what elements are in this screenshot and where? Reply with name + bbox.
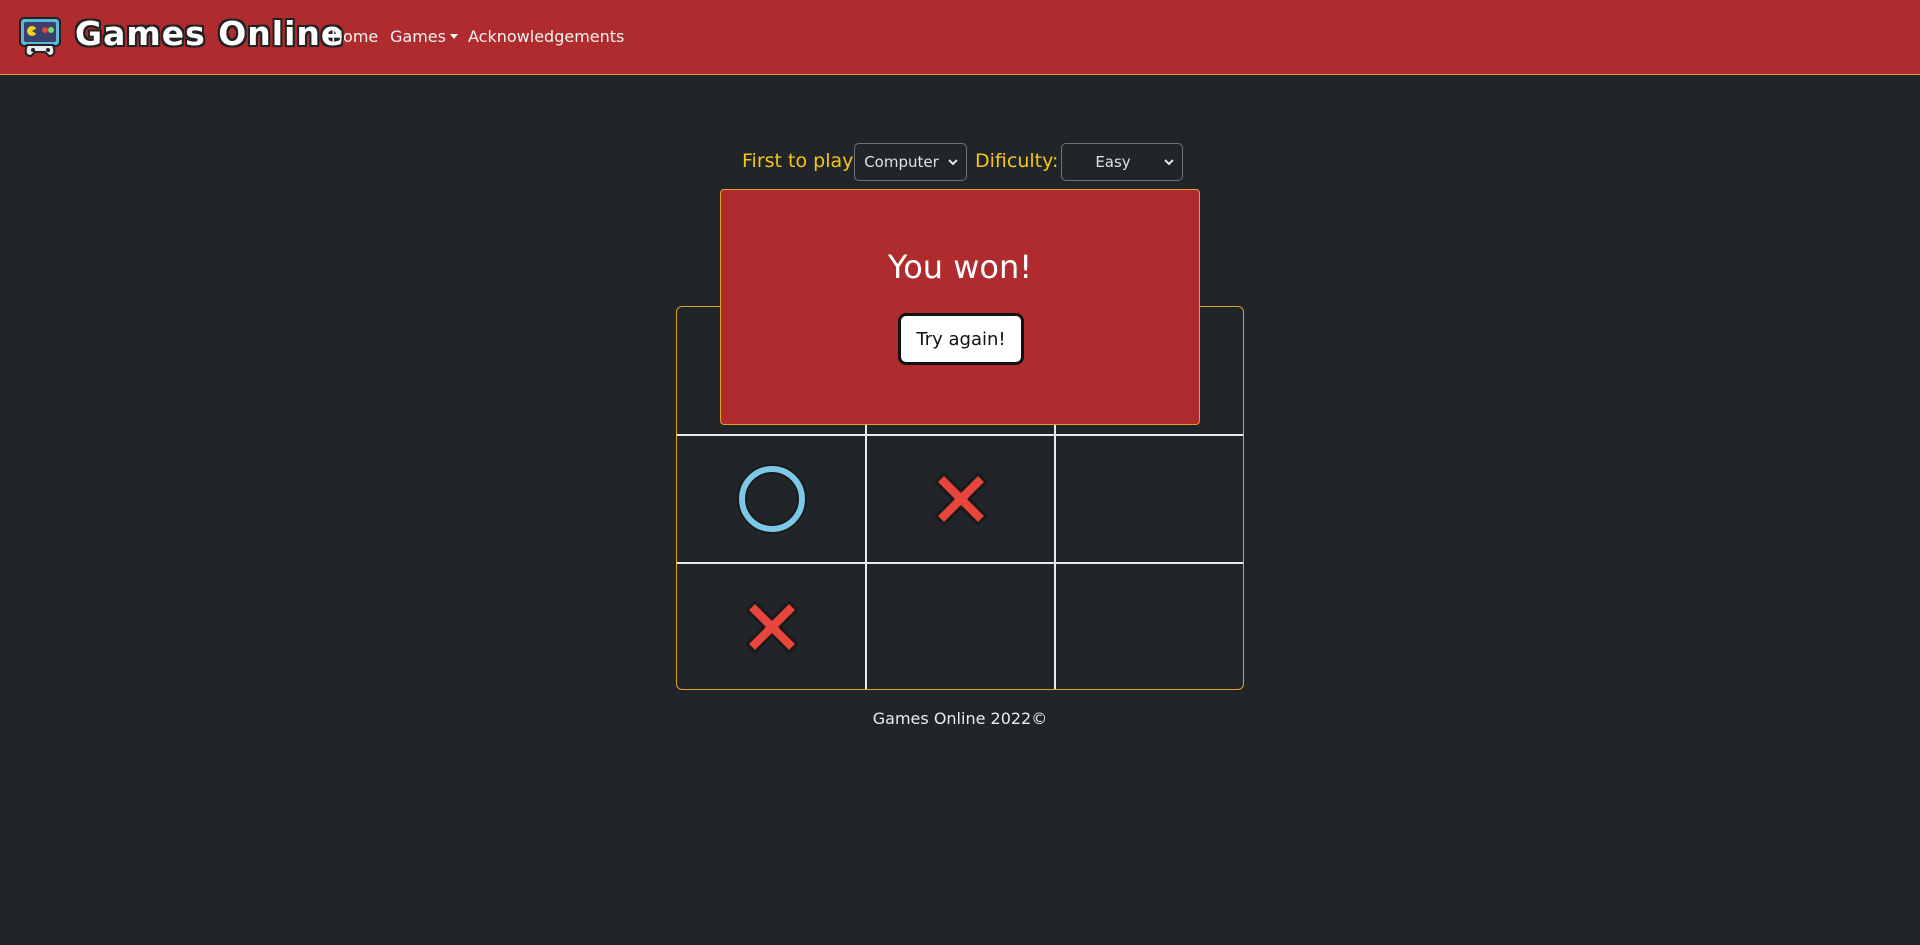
brand-title[interactable]: Games Online — [75, 14, 344, 53]
difficulty-value: Easy — [1095, 153, 1131, 171]
result-title: You won! — [887, 248, 1033, 286]
difficulty-select[interactable]: Easy — [1061, 143, 1183, 181]
cross-x-icon — [745, 600, 798, 654]
nav-acknowledgements[interactable]: Acknowledgements — [468, 27, 624, 46]
game-console-icon[interactable] — [19, 17, 61, 57]
nav-games-dropdown[interactable]: Games — [390, 27, 458, 46]
cross-x-icon — [934, 472, 987, 526]
first-to-play-label: First to play: — [742, 150, 859, 172]
chevron-down-icon — [948, 159, 958, 166]
footer-copyright: Games Online 2022© — [872, 709, 1048, 728]
first-to-play-value: Computer — [864, 153, 939, 171]
try-again-button[interactable]: Try again! — [898, 313, 1024, 365]
board-cell[interactable] — [866, 563, 1055, 691]
caret-down-icon — [449, 34, 458, 39]
nav-home[interactable]: Home — [331, 27, 378, 46]
result-modal: You won! Try again! — [720, 189, 1200, 425]
board-cell[interactable] — [866, 435, 1055, 563]
board-cell[interactable] — [1055, 563, 1244, 691]
board-cell[interactable] — [677, 435, 866, 563]
chevron-down-icon — [1164, 159, 1174, 166]
nav-games-label: Games — [390, 27, 446, 46]
difficulty-label: Dificulty: — [975, 150, 1059, 172]
board-cell[interactable] — [1055, 435, 1244, 563]
board-cell[interactable] — [677, 563, 866, 691]
navbar: Games Online Home Games Acknowledgements — [0, 0, 1920, 75]
circle-o-icon — [736, 464, 807, 534]
first-to-play-select[interactable]: Computer — [854, 143, 967, 181]
